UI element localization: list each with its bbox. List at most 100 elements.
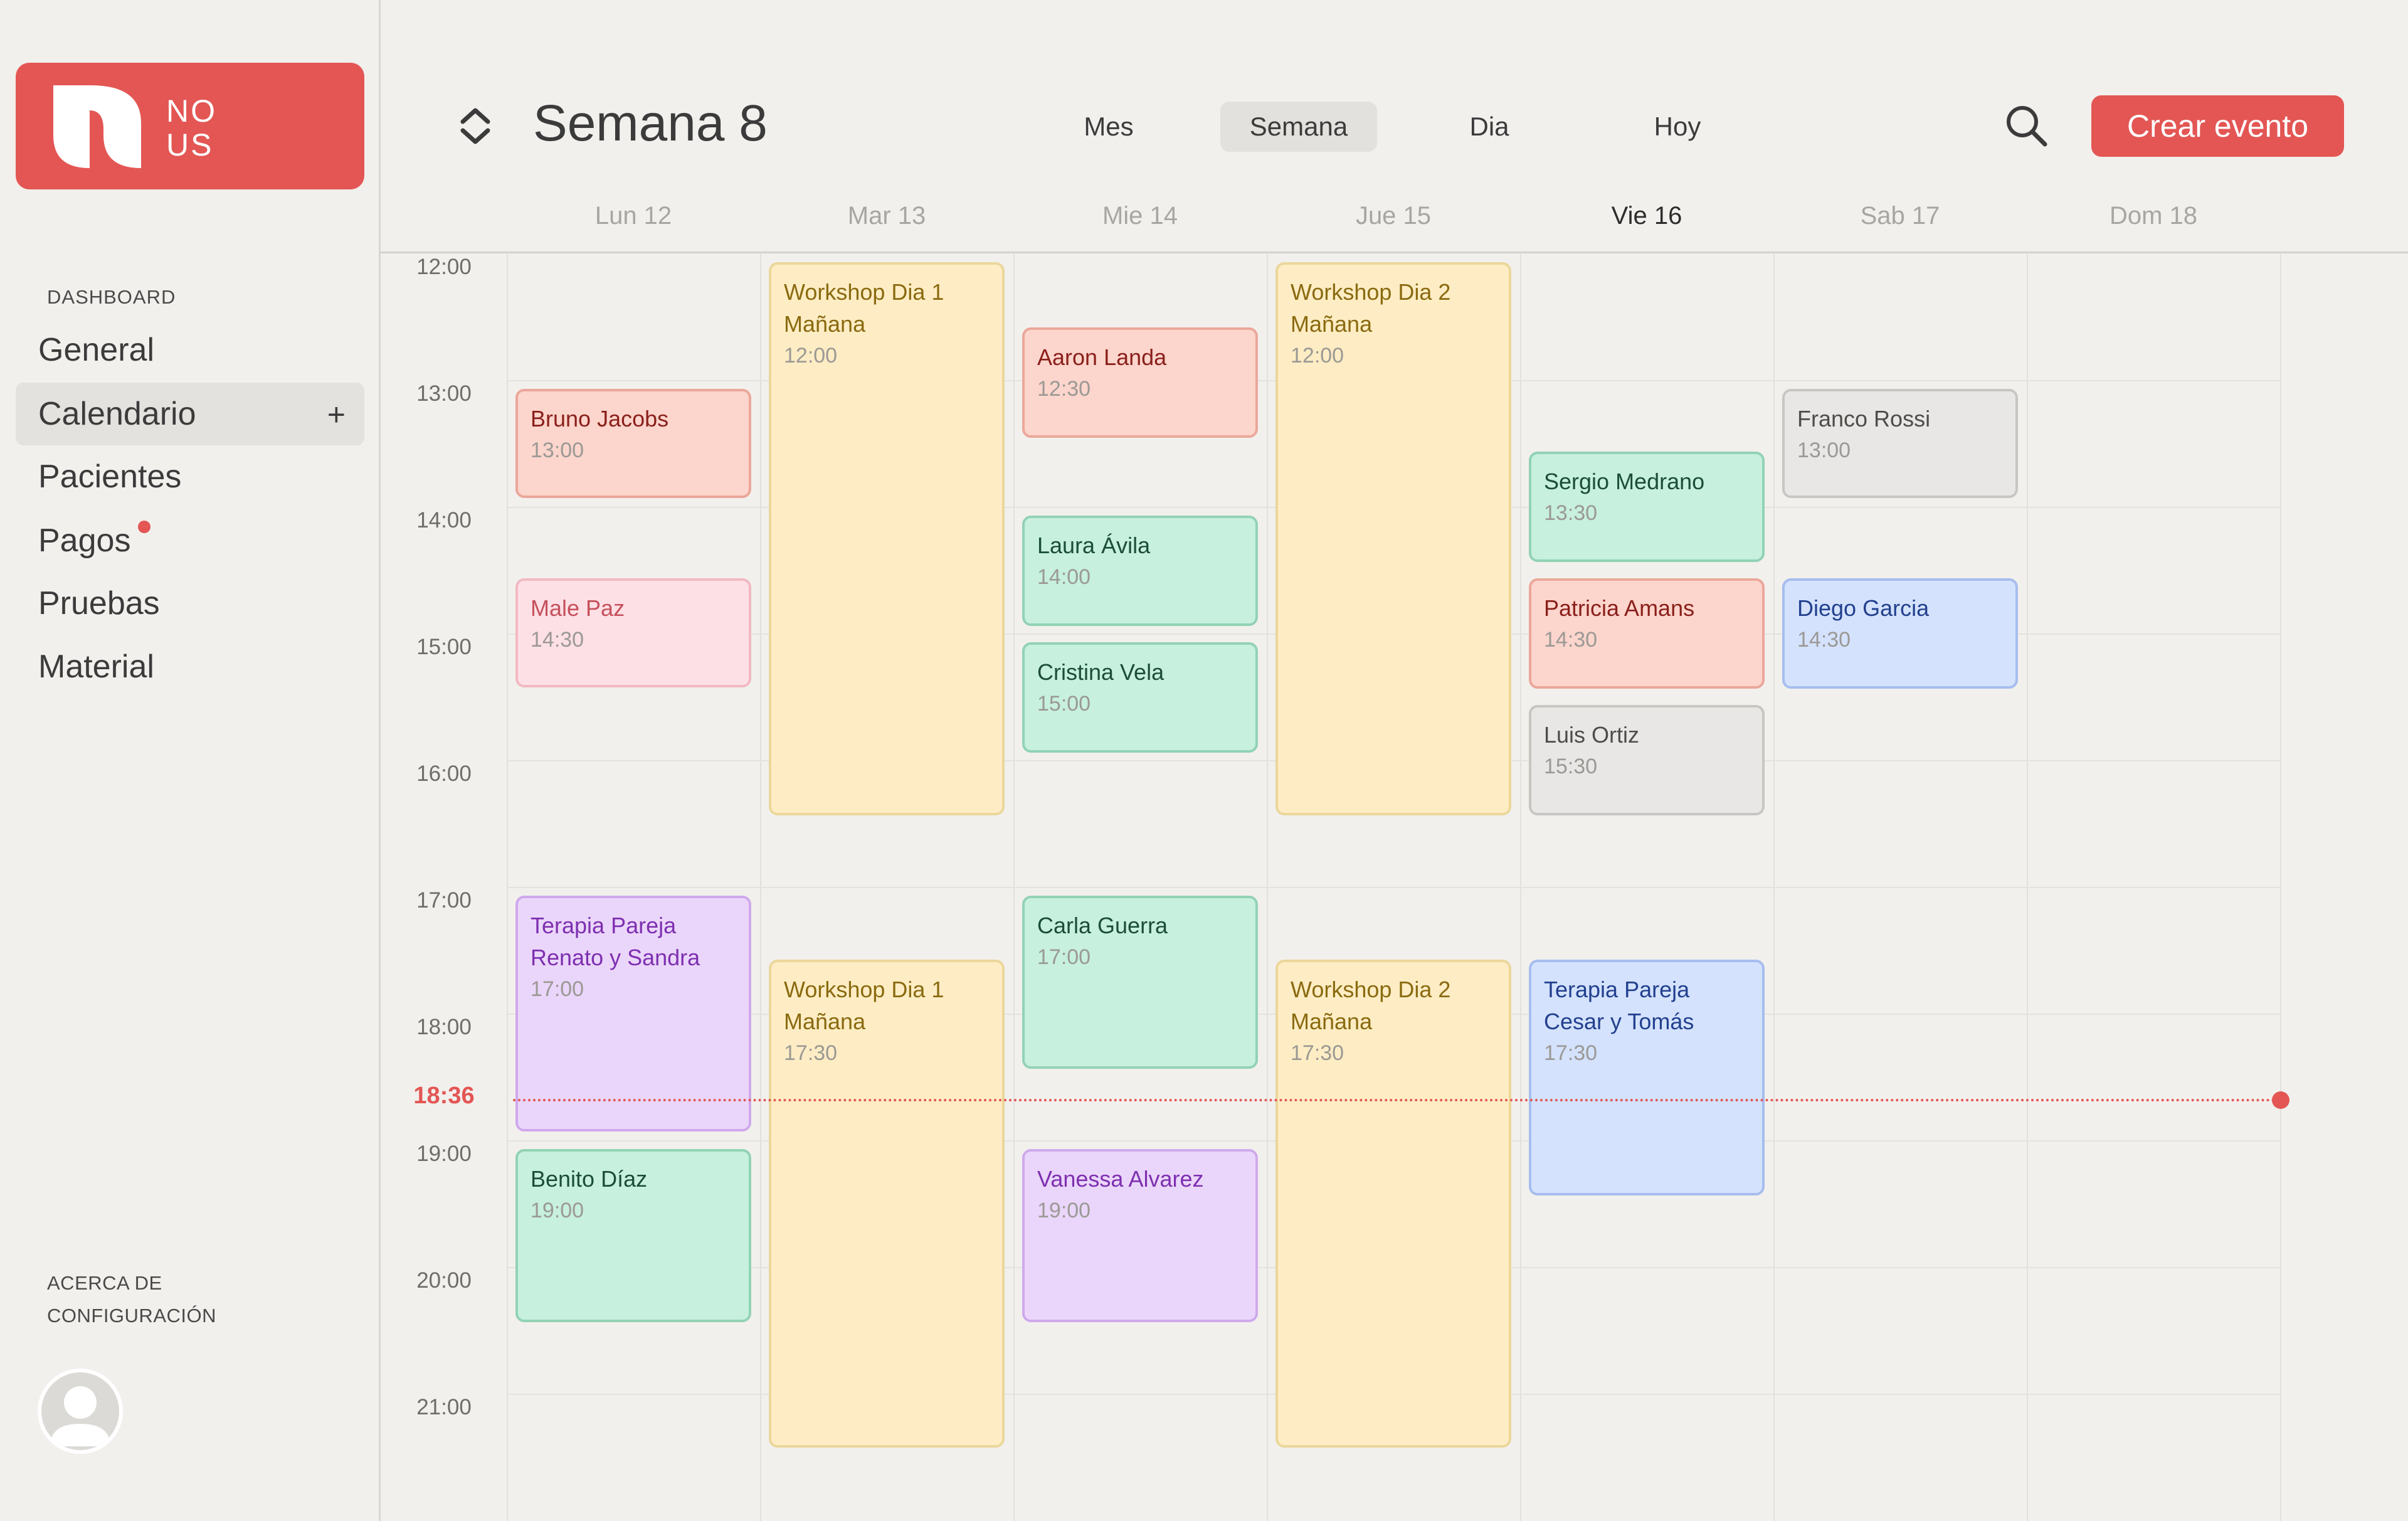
event-title: Workshop Dia 1 Mañana bbox=[784, 279, 944, 337]
settings-link[interactable]: CONFIGURACIÓN bbox=[47, 1300, 216, 1332]
event-card[interactable]: Terapia Pareja Renato y Sandra 17:00 bbox=[515, 896, 751, 1131]
view-tab-dia[interactable]: Dia bbox=[1411, 102, 1568, 152]
view-tab-semana[interactable]: Semana bbox=[1220, 102, 1377, 152]
sidebar-item-pacientes[interactable]: Pacientes bbox=[16, 445, 364, 508]
event-time: 15:00 bbox=[1037, 692, 1091, 716]
logo-mark-icon bbox=[53, 85, 141, 168]
event-title: Vanessa Alvarez bbox=[1037, 1166, 1204, 1192]
event-card[interactable]: Workshop Dia 2 Mañana 12:00 bbox=[1275, 262, 1511, 815]
page-title: Semana 8 bbox=[533, 95, 768, 152]
hour-label: 17:00 bbox=[416, 888, 472, 913]
avatar[interactable] bbox=[38, 1369, 123, 1454]
sidebar-item-pagos[interactable]: Pagos bbox=[16, 509, 364, 572]
event-title: Franco Rossi bbox=[1797, 406, 1931, 432]
event-title: Diego Garcia bbox=[1797, 595, 1930, 621]
day-header-dom-18[interactable]: Dom 18 bbox=[2027, 202, 2280, 230]
event-time: 14:30 bbox=[1797, 628, 1851, 652]
event-title: Cristina Vela bbox=[1037, 659, 1164, 685]
event-card[interactable]: Workshop Dia 2 Mañana 17:30 bbox=[1275, 960, 1511, 1448]
sidebar-item-calendario[interactable]: Calendario + bbox=[16, 383, 364, 445]
event-card[interactable]: Aaron Landa 12:30 bbox=[1022, 327, 1258, 438]
event-card[interactable]: Franco Rossi 13:00 bbox=[1782, 389, 2018, 498]
event-title: Benito Díaz bbox=[531, 1166, 648, 1192]
event-card[interactable]: Luis Ortiz 15:30 bbox=[1529, 705, 1765, 815]
create-event-button[interactable]: Crear evento bbox=[2091, 95, 2344, 157]
calendar-app: NO US DASHBOARD General Calendario + Pac… bbox=[0, 0, 2408, 1521]
add-calendar-button[interactable]: + bbox=[327, 396, 346, 433]
header-divider bbox=[379, 252, 2408, 253]
hour-label: 15:00 bbox=[416, 635, 472, 659]
event-title: Terapia Pareja Cesar y Tomás bbox=[1544, 977, 1694, 1034]
event-time: 17:30 bbox=[784, 1041, 838, 1065]
column-divider bbox=[760, 253, 761, 1521]
event-time: 13:30 bbox=[1544, 501, 1598, 525]
logo-text-line1: NO bbox=[166, 93, 217, 129]
hour-label: 12:00 bbox=[416, 255, 472, 279]
event-card[interactable]: Vanessa Alvarez 19:00 bbox=[1022, 1149, 1258, 1322]
event-title: Bruno Jacobs bbox=[531, 406, 669, 432]
event-card[interactable]: Workshop Dia 1 Mañana 17:30 bbox=[769, 960, 1005, 1448]
view-tab-mes[interactable]: Mes bbox=[1030, 102, 1187, 152]
event-time: 17:30 bbox=[1544, 1041, 1598, 1065]
event-card[interactable]: Male Paz 14:30 bbox=[515, 578, 751, 687]
event-title: Male Paz bbox=[531, 595, 625, 621]
sidebar-item-material[interactable]: Material bbox=[16, 635, 364, 698]
event-card[interactable]: Carla Guerra 17:00 bbox=[1022, 896, 1258, 1069]
view-tab-hoy[interactable]: Hoy bbox=[1599, 102, 1756, 152]
event-card[interactable]: Bruno Jacobs 13:00 bbox=[515, 389, 751, 498]
hour-label: 13:00 bbox=[416, 381, 472, 406]
event-time: 19:00 bbox=[531, 1199, 584, 1222]
event-time: 14:00 bbox=[1037, 565, 1091, 589]
event-title: Terapia Pareja Renato y Sandra bbox=[531, 913, 700, 970]
event-time: 12:00 bbox=[784, 344, 838, 368]
day-header-lun-12[interactable]: Lun 12 bbox=[507, 202, 760, 230]
event-title: Workshop Dia 2 Mañana bbox=[1291, 977, 1451, 1034]
event-time: 19:00 bbox=[1037, 1199, 1091, 1222]
column-divider bbox=[2027, 253, 2028, 1521]
event-card[interactable]: Cristina Vela 15:00 bbox=[1022, 642, 1258, 753]
day-header-mie-14[interactable]: Mie 14 bbox=[1013, 202, 1267, 230]
hour-label: 18:00 bbox=[416, 1015, 472, 1039]
event-card[interactable]: Benito Díaz 19:00 bbox=[515, 1149, 751, 1322]
event-card[interactable]: Terapia Pareja Cesar y Tomás 17:30 bbox=[1529, 960, 1765, 1195]
week-switch-button[interactable] bbox=[458, 105, 493, 150]
column-divider bbox=[2280, 253, 2281, 1521]
day-header-sab-17[interactable]: Sab 17 bbox=[1773, 202, 2027, 230]
sidebar-item-label: General bbox=[38, 332, 154, 368]
day-header-mar-13[interactable]: Mar 13 bbox=[760, 202, 1013, 230]
event-time: 14:30 bbox=[1544, 628, 1598, 652]
hour-label: 16:00 bbox=[416, 761, 472, 786]
event-time: 17:00 bbox=[1037, 945, 1091, 969]
column-divider bbox=[1013, 253, 1015, 1521]
logo-text-line2: US bbox=[166, 127, 214, 162]
about-link[interactable]: ACERCA DE bbox=[47, 1267, 216, 1300]
day-header-jue-15[interactable]: Jue 15 bbox=[1267, 202, 1520, 230]
chevron-up-down-icon bbox=[460, 108, 490, 144]
event-title: Workshop Dia 1 Mañana bbox=[784, 977, 944, 1034]
sidebar-item-label: Calendario bbox=[38, 396, 196, 432]
event-time: 17:30 bbox=[1291, 1041, 1344, 1065]
event-time: 14:30 bbox=[531, 628, 584, 652]
event-card[interactable]: Workshop Dia 1 Mañana 12:00 bbox=[769, 262, 1005, 815]
nous-logo[interactable]: NO US bbox=[16, 63, 364, 189]
event-card[interactable]: Diego Garcia 14:30 bbox=[1782, 578, 2018, 689]
sidebar: NO US DASHBOARD General Calendario + Pac… bbox=[0, 0, 381, 1521]
event-title: Workshop Dia 2 Mañana bbox=[1291, 279, 1451, 337]
dashboard-section-label: DASHBOARD bbox=[47, 286, 176, 308]
hour-label: 21:00 bbox=[416, 1395, 472, 1419]
event-time: 13:00 bbox=[1797, 438, 1851, 462]
event-title: Patricia Amans bbox=[1544, 595, 1695, 621]
day-header-vie-16[interactable]: Vie 16 bbox=[1520, 202, 1773, 230]
column-divider bbox=[1520, 253, 1521, 1521]
event-card[interactable]: Sergio Medrano 13:30 bbox=[1529, 452, 1765, 562]
search-button[interactable] bbox=[2004, 103, 2050, 152]
current-time-label: 18:36 bbox=[413, 1083, 475, 1109]
event-card[interactable]: Laura Ávila 14:00 bbox=[1022, 516, 1258, 626]
sidebar-item-pruebas[interactable]: Pruebas bbox=[16, 572, 364, 635]
sidebar-item-general[interactable]: General bbox=[16, 319, 364, 381]
event-time: 13:00 bbox=[531, 438, 584, 462]
hour-label: 20:00 bbox=[416, 1268, 472, 1293]
event-title: Sergio Medrano bbox=[1544, 469, 1705, 494]
event-card[interactable]: Patricia Amans 14:30 bbox=[1529, 578, 1765, 689]
column-divider bbox=[1773, 253, 1775, 1521]
